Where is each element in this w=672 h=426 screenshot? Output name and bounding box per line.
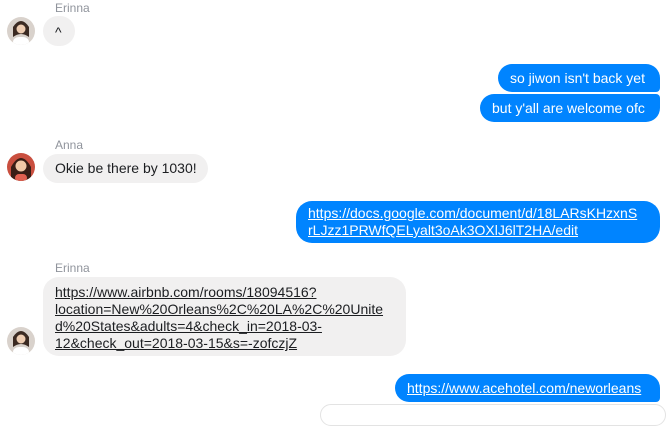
link-preview-card[interactable]: [320, 404, 666, 426]
acehotel-link[interactable]: https://www.acehotel.com/neworleans: [407, 380, 641, 396]
airbnb-link[interactable]: https://www.airbnb.com/rooms/18094516? l…: [55, 284, 383, 351]
avatar-erinna[interactable]: [7, 327, 35, 355]
avatar-erinna[interactable]: [7, 17, 35, 45]
sender-name: Erinna: [55, 261, 90, 275]
message-bubble[interactable]: so jiwon isn't back yet: [498, 64, 660, 92]
message-bubble[interactable]: but y'all are welcome ofc: [480, 94, 660, 122]
doc-link[interactable]: https://docs.google.com/document/d/18LAR…: [308, 205, 637, 238]
airbnb-link-line-1: https://www.airbnb.com/rooms/18094516?: [55, 284, 317, 300]
link-message-bubble[interactable]: https://www.acehotel.com/neworleans: [395, 374, 660, 402]
doc-link-line-2: rLJzz1PRWfQELyalt3oAk3OXlJ6lT2HA/edit: [308, 222, 578, 238]
airbnb-link-line-2: location=New%20Orleans%2C%20LA%2C%20Unit…: [55, 301, 384, 317]
link-message-bubble[interactable]: https://docs.google.com/document/d/18LAR…: [296, 201, 660, 243]
message-bubble[interactable]: ^: [43, 16, 75, 46]
doc-link-line-1: https://docs.google.com/document/d/18LAR…: [308, 205, 638, 221]
airbnb-link-line-4: 12&check_out=2018-03-15&s=-zofczjZ: [55, 335, 298, 351]
link-message-bubble[interactable]: https://www.airbnb.com/rooms/18094516? l…: [43, 277, 406, 356]
avatar-anna[interactable]: [7, 153, 35, 181]
sender-name: Anna: [55, 138, 84, 152]
sender-name: Erinna: [55, 1, 90, 15]
airbnb-link-line-3: d%20States&adults=4&check_in=2018-03-: [55, 318, 322, 334]
message-bubble[interactable]: Okie be there by 1030!: [43, 154, 208, 183]
